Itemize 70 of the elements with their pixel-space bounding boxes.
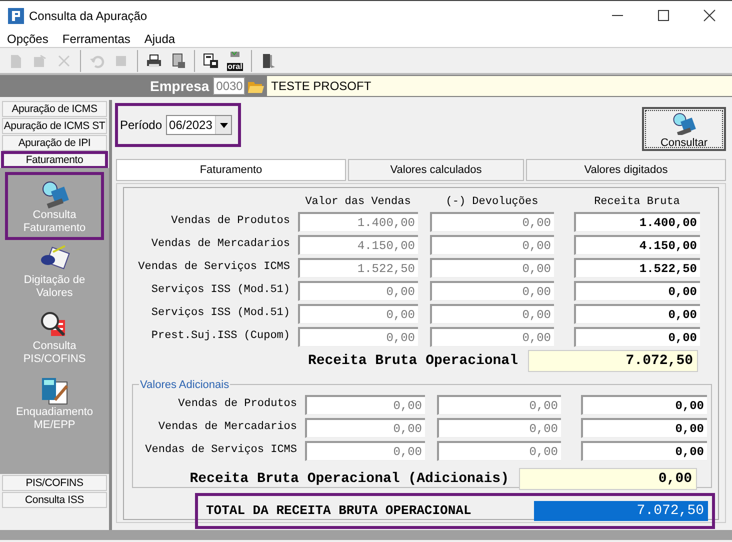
maximize-icon — [656, 8, 670, 23]
sidebar-tab[interactable]: Apuração de ICMS — [2, 101, 107, 117]
value-field[interactable]: 0,00 — [298, 280, 418, 300]
column-header: (-) Devoluções — [444, 194, 540, 210]
row-label: Vendas de Mercadarios — [150, 237, 291, 252]
sidebar-tab[interactable]: Faturamento — [2, 152, 107, 168]
app-logo-icon — [8, 8, 24, 24]
value-field[interactable]: 0,00 — [581, 440, 707, 460]
value-field[interactable]: 1.400,00 — [574, 212, 700, 232]
row-label: Serviços ISS (Mod.51) — [150, 283, 291, 298]
row-label: Vendas de Produtos — [177, 397, 298, 412]
menu-item[interactable]: Ferramentas — [55, 30, 138, 48]
tab[interactable]: Valores calculados — [348, 159, 524, 181]
value-field[interactable]: 0,00 — [437, 394, 561, 414]
value-field[interactable]: 0,00 — [305, 418, 425, 438]
value-field[interactable]: 0,00 — [574, 326, 700, 346]
value-field[interactable]: 0,00 — [430, 326, 554, 346]
subtotal-label: Receita Bruta Operacional — [306, 352, 519, 370]
value-field[interactable]: 0,00 — [430, 234, 554, 254]
value-field[interactable]: 0,00 — [574, 304, 700, 324]
value-field[interactable]: 1.522,50 — [298, 258, 418, 278]
total-field[interactable]: 7.072,50 — [534, 501, 708, 521]
value-field[interactable]: 0,00 — [581, 394, 707, 414]
close-icon — [702, 8, 716, 23]
caret-icon[interactable] — [220, 122, 228, 128]
row-label: Vendas de Produtos — [170, 214, 291, 230]
consult-button[interactable]: Consultar — [642, 107, 726, 151]
column-header: Valor das Vendas — [304, 194, 412, 210]
value-field[interactable]: 1.400,00 — [298, 212, 418, 232]
value-field[interactable]: 0,00 — [437, 418, 561, 438]
value-field[interactable]: 0,00 — [305, 394, 425, 414]
value-field[interactable]: 0,00 — [430, 212, 554, 232]
period-dropdown[interactable]: 06/2023 — [166, 115, 232, 135]
minimize-icon — [612, 15, 622, 16]
value-field[interactable]: 0,00 — [437, 440, 561, 460]
tab[interactable]: Faturamento — [116, 159, 346, 181]
window-title: Consulta da Apuração — [29, 8, 148, 24]
value-field[interactable]: 1.522,50 — [574, 258, 700, 278]
value-field[interactable]: 0,00 — [298, 304, 418, 324]
company-name-field[interactable]: TESTE PROSOFT — [267, 76, 732, 96]
row-label: Prest.Suj.ISS (Cupom) — [150, 329, 291, 344]
company-label: Empresa — [150, 76, 210, 96]
value-field[interactable]: 0,00 — [430, 304, 554, 324]
menu-item[interactable]: Opções — [0, 30, 56, 48]
company-code-field[interactable]: 0030 — [213, 77, 246, 95]
row-label: Vendas de Mercadarios — [157, 420, 298, 436]
value-field[interactable]: 0,00 — [298, 326, 418, 346]
value-field[interactable]: 4.150,00 — [298, 234, 418, 254]
total-label: TOTAL DA RECEITA BRUTA OPERACIONAL — [206, 502, 472, 520]
value-field[interactable]: 0,00 — [305, 440, 425, 460]
column-header: Receita Bruta — [593, 194, 681, 210]
sidebar-tab[interactable]: Consulta ISS — [2, 492, 107, 508]
value-field[interactable]: 4.150,00 — [574, 234, 700, 254]
tab[interactable]: Valores digitados — [526, 159, 726, 181]
sidebar-tab[interactable]: Apuração de IPI — [2, 135, 107, 151]
row-label: Vendas de Serviços ICMS — [137, 260, 291, 276]
value-field[interactable]: 0,00 — [574, 280, 700, 300]
row-label: Vendas de Serviços ICMS — [144, 443, 298, 458]
value-field[interactable]: 0,00 — [430, 280, 554, 300]
value-field[interactable]: 0,00 — [581, 418, 707, 438]
row-label: Serviços ISS (Mod.51) — [150, 306, 291, 322]
additional-subtotal-label: Receita Bruta Operacional (Adicionais) — [188, 470, 510, 488]
period-label: Período — [120, 117, 162, 134]
additional-subtotal-field[interactable]: 0,00 — [519, 468, 697, 490]
sidebar-tab[interactable]: PIS/COFINS — [2, 475, 107, 491]
sidebar-tab[interactable]: Apuração de ICMS ST — [2, 118, 107, 134]
value-field[interactable]: 0,00 — [430, 258, 554, 278]
folder-icon[interactable] — [248, 79, 264, 93]
subtotal-field[interactable]: 7.072,50 — [528, 350, 698, 372]
menu-item[interactable]: Ajuda — [137, 30, 182, 48]
